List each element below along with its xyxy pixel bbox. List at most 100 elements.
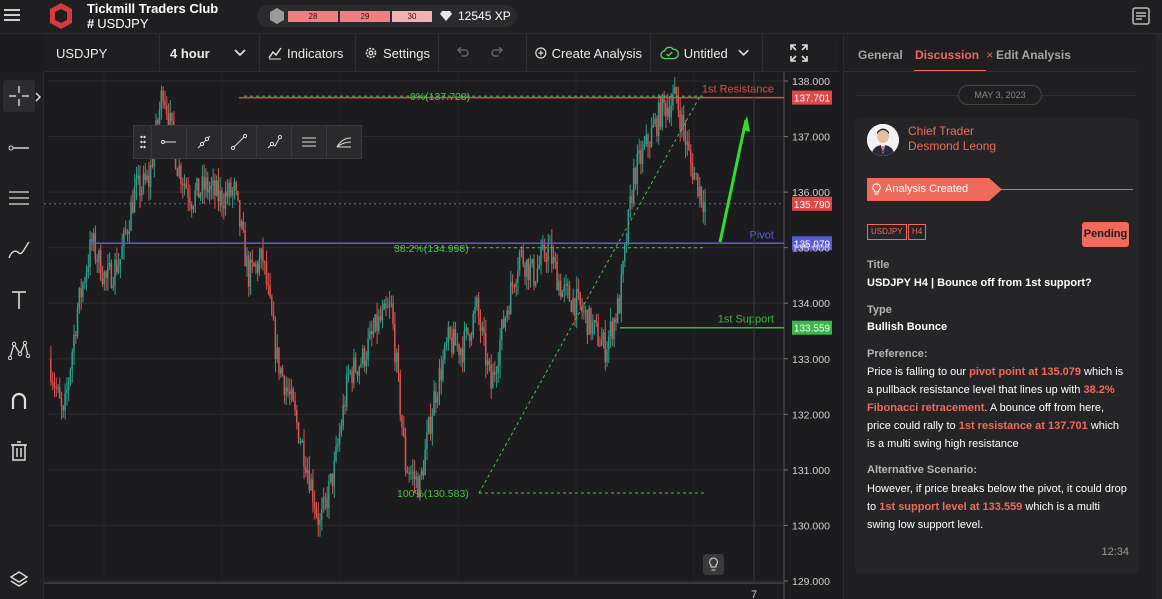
channel-label: USDJPY [97,16,149,31]
crosshair-icon [9,86,29,106]
status-badge: Pending [1082,222,1129,247]
candle-body [697,173,699,196]
avatar[interactable] [867,124,899,156]
undo-icon[interactable] [455,47,469,59]
candle-body [616,298,619,323]
layout-dropdown[interactable]: Untitled [651,34,763,72]
analysis-card: Chief Trader Desmond Leong Analysis Crea… [855,118,1139,574]
candle-body [124,229,127,232]
candle-body [80,287,82,297]
draw-tool-trend[interactable] [186,126,221,158]
candle-body [524,264,526,277]
logo-icon [50,3,72,29]
candle-body [520,249,523,252]
draw-tool-channel[interactable] [291,126,326,158]
fib-trend-line [478,95,701,494]
pattern-tool[interactable] [3,334,35,366]
candle-body [499,339,501,366]
redo-icon[interactable] [491,47,505,59]
delete-tool[interactable] [3,435,35,467]
candle-body [420,470,423,477]
settings-list-icon[interactable] [1132,7,1150,25]
candle-body [342,404,344,427]
candle-body [488,360,491,365]
candle-body [566,283,569,287]
tab-edit-analysis[interactable]: Edit Analysis [996,48,1071,62]
draw-tool-ray[interactable] [151,126,186,158]
y-tick-label: 133.000 [792,354,830,366]
candle-body [688,141,690,150]
candle-body [472,313,474,335]
tab-general[interactable]: General [858,48,903,62]
candle-body [317,514,319,525]
candle-body [477,297,480,318]
symbol-selector[interactable]: USDJPY [44,34,160,72]
draw-tool-info[interactable] [256,126,291,158]
candle-body [402,427,405,437]
draw-tool-regression[interactable] [326,126,361,158]
candle-body [71,352,73,370]
candle-body [684,129,687,145]
create-analysis-button[interactable]: Create Analysis [527,34,651,72]
candle-body [404,436,407,471]
candle-body [337,444,339,447]
panel-scrollbar[interactable] [1156,34,1162,599]
candle-body [686,141,688,145]
candle-body [101,279,104,285]
extended-line-icon [231,134,247,150]
layers-tool[interactable] [3,564,35,596]
analysis-panel: General Discussion × Edit Analysis MAY 3… [843,34,1162,599]
candle-body [661,94,663,128]
candle-body [666,107,669,117]
text-tool[interactable] [3,284,35,316]
crosshair-tool[interactable] [3,80,35,112]
candle-body [301,440,303,443]
candle-body [345,373,348,407]
settings-button[interactable]: Settings [356,34,439,72]
author-name[interactable]: Desmond Leong [908,139,996,153]
candle-body [657,102,660,136]
candle-body [285,387,287,395]
menu-icon[interactable] [4,6,20,26]
fib-lines-tool[interactable] [3,182,35,214]
candle-body [228,182,230,197]
candle-body [146,175,148,181]
xp-value: 12545 XP [458,9,511,23]
candle-body [103,272,105,285]
xp-bar: 28 29 30 12545 XP [257,5,517,27]
candle-body [87,266,89,273]
expand-arrow-icon[interactable] [34,92,42,102]
candle-body [399,373,401,416]
candle-body [486,360,489,366]
candle-body [299,442,302,444]
magnet-tool[interactable] [3,385,35,417]
candle-body [422,470,425,476]
brush-tool[interactable] [3,234,35,266]
rank-hex-icon [270,8,284,24]
candle-body [395,352,398,363]
candle-body [385,303,387,308]
candle-body [591,322,594,335]
candle-body [64,393,66,411]
candle-body [531,259,533,265]
tab-discussion[interactable]: Discussion × [915,48,993,62]
candle-body [627,209,630,244]
candle-body [483,327,485,334]
candle-body [297,422,300,443]
channel-name[interactable]: # USDJPY [87,16,149,31]
candle-body [518,251,521,271]
close-icon[interactable]: × [986,48,993,62]
draw-tool-extended[interactable] [221,126,256,158]
fib-level-label: 0%(137.728) [410,91,470,103]
drag-handle[interactable] [134,126,151,158]
candle-body [460,348,462,356]
candle-body [199,193,202,198]
interval-dropdown[interactable]: 4 hour [160,34,260,72]
fullscreen-button[interactable] [763,34,839,72]
candle-body [454,329,457,346]
horizontal-line-tool[interactable] [3,132,35,164]
candle-body [219,190,221,202]
candle-body [574,298,576,317]
candle-body [137,175,139,180]
indicators-button[interactable]: Indicators [260,34,356,72]
